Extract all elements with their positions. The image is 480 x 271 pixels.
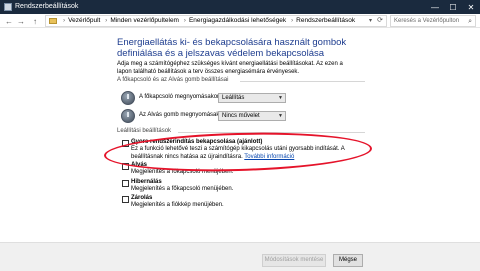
- minimize-button[interactable]: —: [426, 0, 444, 14]
- shutdown-group-label: Leállítási beállítások: [117, 128, 172, 134]
- hibernate-checkbox[interactable]: [122, 180, 129, 187]
- cancel-button[interactable]: Mégse: [333, 254, 363, 267]
- group-divider: [178, 132, 365, 133]
- sleep-title: Alvás: [131, 162, 148, 168]
- chevron-down-icon: ▼: [278, 113, 283, 119]
- hibernate-desc: Megjelenítés a főkapcsoló menüjében.: [131, 186, 234, 192]
- hibernate-title: Hibernálás: [131, 179, 162, 185]
- maximize-button[interactable]: ☐: [444, 0, 462, 14]
- sleep-button-label: Az Alvás gomb megnyomásakor:: [139, 112, 227, 118]
- fast-startup-desc: Ez a funkció lehetővé teszi a számítógép…: [131, 146, 376, 161]
- address-bar-row: ← → ↑ › Vezérlőpult › Minden vezérlőpultel…: [0, 14, 480, 28]
- window-title: Rendszerbeállítások: [15, 3, 79, 10]
- chevron-down-icon[interactable]: ▾: [369, 16, 372, 26]
- intro-text: Adja meg a számítógéphez szükséges kíván…: [117, 61, 343, 75]
- footer-bar: [0, 242, 480, 271]
- lock-checkbox[interactable]: [122, 196, 129, 203]
- sleep-button-icon: [121, 109, 135, 123]
- address-field[interactable]: › Vezérlőpult › Minden vezérlőpultelem › En…: [45, 15, 387, 27]
- fast-startup-desc-text: Ez a funkció lehetővé teszi a számítógép…: [131, 146, 345, 160]
- more-info-link[interactable]: További információ: [244, 154, 294, 160]
- main-content: Energiaellátás ki- és bekapcsolására has…: [0, 29, 480, 242]
- power-button-label: A főkapcsoló megnyomásakor:: [139, 94, 221, 100]
- buttons-group-label: A főkapcsoló és az Alvás gomb beállítása…: [117, 77, 229, 83]
- folder-icon: [49, 18, 57, 24]
- sleep-button-value: Nincs művelet: [222, 113, 260, 119]
- close-button[interactable]: ✕: [462, 0, 480, 14]
- breadcrumb-separator: ›: [291, 17, 294, 24]
- breadcrumb-separator: ›: [105, 17, 108, 24]
- title-bar: Rendszerbeállítások — ☐ ✕: [0, 0, 480, 14]
- breadcrumb-item[interactable]: Minden vezérlőpultelem: [110, 17, 179, 24]
- app-icon: [4, 3, 12, 11]
- page-title: Energiaellátás ki- és bekapcsolására has…: [117, 37, 347, 59]
- lock-title: Zárolás: [131, 195, 153, 201]
- sleep-desc: Megjelenítés a főkapcsoló menüjében.: [131, 169, 234, 175]
- power-button-value: Leállítás: [222, 95, 245, 101]
- lock-desc: Megjelenítés a fiókkép menüjében.: [131, 202, 224, 208]
- sleep-button-select[interactable]: Nincs művelet ▼: [218, 111, 286, 121]
- search-input[interactable]: Keresés a Vezérlőpulton ⌕: [390, 15, 476, 27]
- group-divider: [240, 81, 365, 82]
- save-changes-button[interactable]: Módosítások mentése: [262, 254, 326, 267]
- up-button[interactable]: ↑: [30, 15, 40, 27]
- sleep-checkbox[interactable]: [122, 163, 129, 170]
- fast-startup-title: Gyors rendszerindítás bekapcsolása (aján…: [131, 139, 263, 145]
- breadcrumb-item[interactable]: Energiagazdálkodási lehetőségek: [189, 17, 286, 24]
- breadcrumb-separator: ›: [63, 17, 66, 24]
- power-button-icon: [121, 91, 135, 105]
- back-button[interactable]: ←: [4, 15, 14, 27]
- power-button-select[interactable]: Leállítás ▼: [218, 93, 286, 103]
- forward-button[interactable]: →: [16, 15, 26, 27]
- fast-startup-checkbox[interactable]: [122, 140, 129, 147]
- search-icon[interactable]: ⌕: [468, 17, 472, 27]
- breadcrumb-item[interactable]: Rendszerbeállítások: [296, 17, 355, 24]
- chevron-down-icon: ▼: [278, 95, 283, 101]
- breadcrumb-item[interactable]: Vezérlőpult: [68, 17, 100, 24]
- refresh-icon[interactable]: ⟳: [377, 16, 383, 26]
- search-placeholder: Keresés a Vezérlőpulton: [394, 18, 460, 24]
- breadcrumb-separator: ›: [183, 17, 186, 24]
